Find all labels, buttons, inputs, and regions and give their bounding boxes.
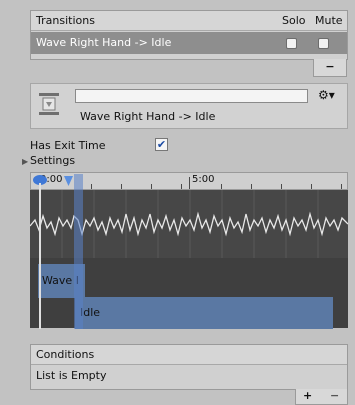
transition-name-field[interactable] bbox=[75, 89, 308, 103]
mute-checkbox[interactable] bbox=[318, 38, 329, 49]
destination-clip-label: Idle bbox=[80, 306, 101, 319]
add-condition-button[interactable]: + bbox=[303, 389, 312, 402]
transition-icon bbox=[38, 92, 60, 116]
has-exit-time-label: Has Exit Time bbox=[30, 139, 106, 152]
solo-column-label: Solo bbox=[282, 14, 306, 27]
conditions-title: Conditions bbox=[36, 348, 95, 361]
transition-overlap-highlight[interactable] bbox=[74, 174, 83, 329]
playhead-line bbox=[39, 183, 41, 329]
settings-foldout-arrow-icon[interactable]: ▶ bbox=[22, 157, 28, 166]
has-exit-time-checkbox[interactable]: ✔ bbox=[155, 138, 168, 151]
destination-clip-bar[interactable] bbox=[75, 297, 333, 329]
settings-foldout-label[interactable]: Settings bbox=[30, 154, 75, 167]
remove-transition-button[interactable]: − bbox=[313, 59, 347, 77]
ruler-label-mid: 5:00 bbox=[192, 174, 215, 185]
transitions-title: Transitions bbox=[36, 14, 95, 27]
remove-condition-button[interactable]: − bbox=[330, 389, 339, 402]
transition-subtitle: Wave Right Hand -> Idle bbox=[80, 110, 216, 123]
transition-row-label: Wave Right Hand -> Idle bbox=[36, 36, 172, 49]
mute-column-label: Mute bbox=[315, 14, 343, 27]
conditions-empty-text: List is Empty bbox=[36, 369, 107, 382]
solo-checkbox[interactable] bbox=[286, 38, 297, 49]
gear-icon[interactable]: ⚙▾ bbox=[318, 88, 335, 102]
